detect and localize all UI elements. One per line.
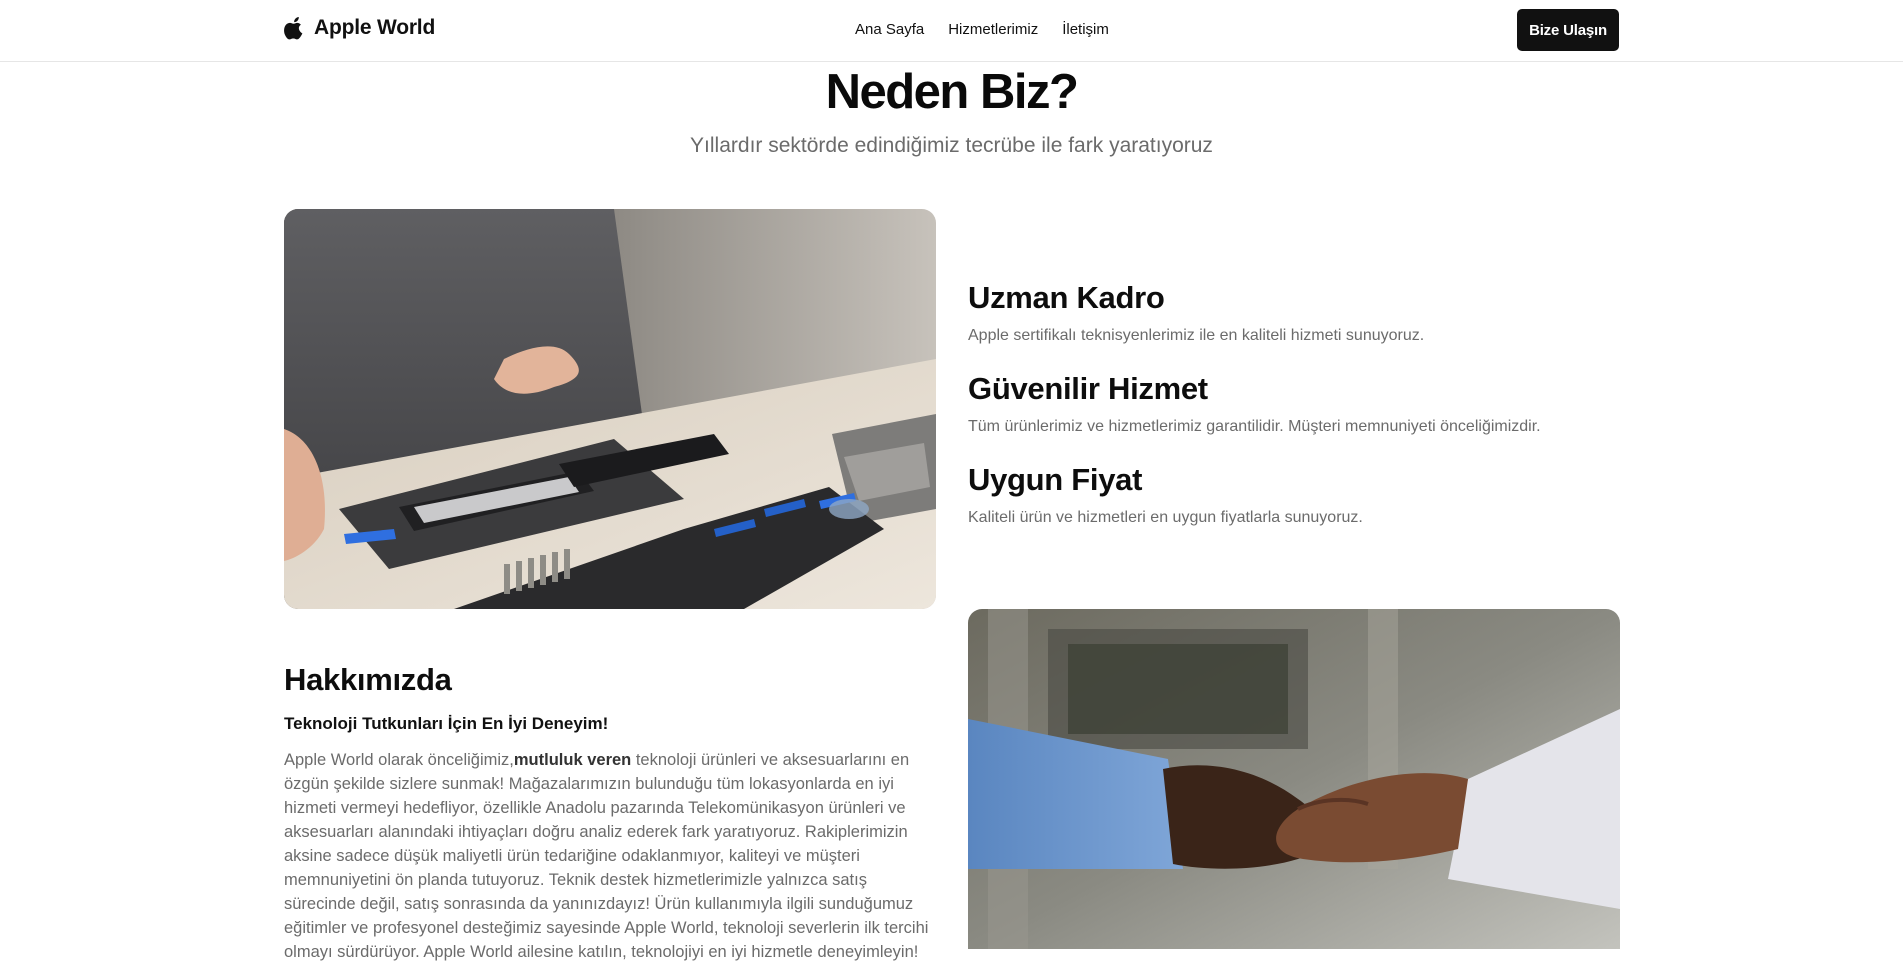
feature-description: Tüm ürünlerimiz ve hizmetlerimiz garanti… [968,418,1541,435]
about-text-start: Apple World olarak önceliğimiz, [284,751,514,769]
main-nav: Ana Sayfa Hizmetlerimiz İletişim [855,21,1109,38]
section-subtitle: Yıllardır sektörde edindiğimiz tecrübe i… [690,134,1213,157]
about-paragraph: Apple World olarak önceliğimiz,mutluluk … [284,748,936,964]
nav-link-contact[interactable]: İletişim [1062,21,1109,38]
nav-link-home[interactable]: Ana Sayfa [855,21,924,38]
about-text-rest: teknoloji ürünleri ve aksesuarlarını en … [284,751,929,961]
about-title: Hakkımızda [284,662,452,697]
feature-title: Uygun Fiyat [968,462,1143,497]
contact-us-button[interactable]: Bize Ulaşın [1517,9,1619,51]
feature-item: Uzman Kadro Apple sertifikalı teknisyenl… [968,280,1620,345]
about-subtitle: Teknoloji Tutkunları İçin En İyi Deneyim… [284,714,609,733]
feature-title: Güvenilir Hizmet [968,371,1208,406]
feature-item: Güvenilir Hizmet Tüm ürünlerimiz ve hizm… [968,371,1620,436]
features-list: Uzman Kadro Apple sertifikalı teknisyenl… [968,280,1620,553]
feature-title: Uzman Kadro [968,280,1165,315]
about-section: Hakkımızda Teknoloji Tutkunları İçin En … [284,662,936,964]
handshake-photo [968,609,1620,949]
apple-logo-icon [284,16,306,40]
nav-link-services[interactable]: Hizmetlerimiz [948,21,1038,38]
about-text-bold: mutluluk veren [513,751,632,769]
section-title: Neden Biz? [825,65,1079,119]
brand-name: Apple World [314,16,436,39]
feature-description: Apple sertifikalı teknisyenlerimiz ile e… [968,327,1425,344]
repair-photo [284,209,936,609]
brand-logo[interactable]: Apple World [284,16,435,40]
site-header: Apple World Ana Sayfa Hizmetlerimiz İlet… [0,0,1903,62]
feature-item: Uygun Fiyat Kaliteli ürün ve hizmetleri … [968,462,1620,527]
feature-description: Kaliteli ürün ve hizmetleri en uygun fiy… [968,509,1363,526]
